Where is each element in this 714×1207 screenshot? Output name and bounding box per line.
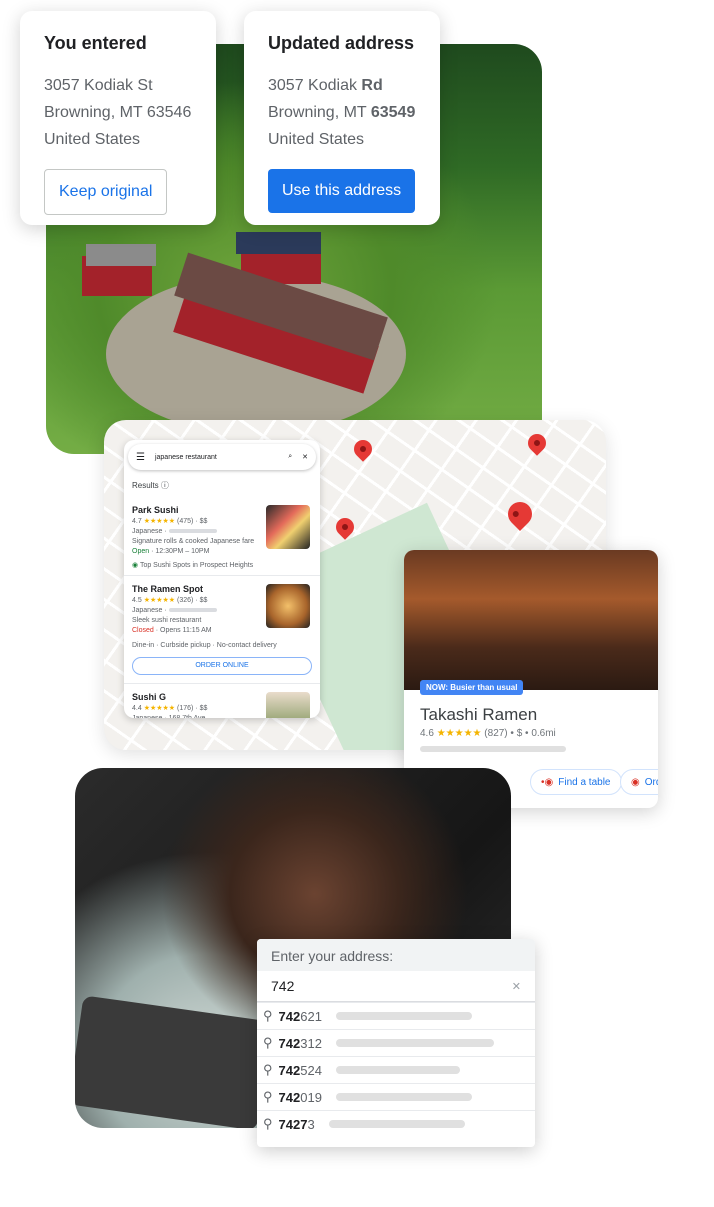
address-line: Browning, MT 63549 xyxy=(268,104,416,121)
suggestion-item[interactable]: ⚲ 74273 xyxy=(257,1110,535,1137)
address-autocomplete: Enter your address: 742 ✕ ⚲ 742621 ⚲ 74231… xyxy=(257,939,535,1147)
keep-original-button[interactable]: Keep original xyxy=(44,169,168,215)
search-icon[interactable]: ⌕ xyxy=(288,453,292,461)
busyness-badge: NOW: Busier than usual xyxy=(420,680,524,695)
place-rating: 4.6 ★★★★★ (827) • $ • 0.6mi xyxy=(420,728,556,739)
location-pin-icon: ⚲ xyxy=(263,1116,273,1131)
list-item[interactable]: Park Sushi 4.7 ★★★★★ (475) · $$ Japanese… xyxy=(124,497,320,576)
location-pin-icon: ⚲ xyxy=(263,1062,273,1077)
ramen-photo xyxy=(266,584,310,628)
order-online-button[interactable]: ORDER ONLINE xyxy=(132,657,312,675)
sushi-photo xyxy=(266,505,310,549)
search-query[interactable]: japanese restaurant xyxy=(155,454,278,461)
close-icon[interactable]: ✕ xyxy=(302,453,308,461)
info-icon: ⓘ xyxy=(160,481,169,490)
map-pin-icon[interactable] xyxy=(503,497,537,531)
order-icon: ◉ xyxy=(631,776,640,788)
address-line: 3057 Kodiak Rd xyxy=(268,77,383,94)
order-button[interactable]: ◉Order xyxy=(620,769,658,795)
address-label: Enter your address: xyxy=(257,939,535,971)
reserve-icon: •◉ xyxy=(541,776,554,788)
address-line: United States xyxy=(44,131,141,148)
use-this-address-button[interactable]: Use this address xyxy=(268,169,416,213)
collection-icon: ◉ xyxy=(132,562,139,569)
map-pin-icon[interactable] xyxy=(524,430,550,456)
place-name: Takashi Ramen xyxy=(420,705,538,724)
map-pin-icon[interactable] xyxy=(350,436,376,462)
restaurant-photo xyxy=(266,692,310,718)
card-title: You entered xyxy=(44,33,147,53)
suggestion-item[interactable]: ⚲ 742312 xyxy=(257,1029,535,1056)
restaurant-interior-photo xyxy=(404,550,658,690)
entered-address-card: You entered 3057 Kodiak St Browning, MT … xyxy=(20,11,216,225)
list-item[interactable]: The Ramen Spot 4.5 ★★★★★ (326) · $$ Japa… xyxy=(124,576,320,684)
location-pin-icon: ⚲ xyxy=(263,1035,273,1050)
address-line: Browning, MT 63546 xyxy=(44,104,192,121)
suggestion-item[interactable]: ⚲ 742524 xyxy=(257,1056,535,1083)
address-input[interactable]: 742 ✕ xyxy=(257,971,535,1002)
results-panel: ☰ japanese restaurant ⌕ ✕ Results ⓘ Park… xyxy=(124,440,320,718)
address-line: 3057 Kodiak St xyxy=(44,77,153,94)
results-heading: Results ⓘ xyxy=(132,481,169,490)
clear-icon[interactable]: ✕ xyxy=(512,980,521,993)
suggestion-item[interactable]: ⚲ 742621 xyxy=(257,1002,535,1029)
location-pin-icon: ⚲ xyxy=(263,1008,273,1023)
list-item[interactable]: Sushi G 4.4 ★★★★★ (176) · $$ Japanese · … xyxy=(124,684,320,718)
location-pin-icon: ⚲ xyxy=(263,1089,273,1104)
card-title: Updated address xyxy=(268,33,415,53)
menu-icon[interactable]: ☰ xyxy=(136,452,145,463)
find-a-table-button[interactable]: •◉ Find a table xyxy=(530,769,622,795)
address-line: United States xyxy=(268,131,365,148)
updated-address-card: Updated address 3057 Kodiak Rd Browning,… xyxy=(244,11,440,225)
search-box[interactable]: ☰ japanese restaurant ⌕ ✕ xyxy=(128,444,316,470)
suggestion-item[interactable]: ⚲ 742019 xyxy=(257,1083,535,1110)
